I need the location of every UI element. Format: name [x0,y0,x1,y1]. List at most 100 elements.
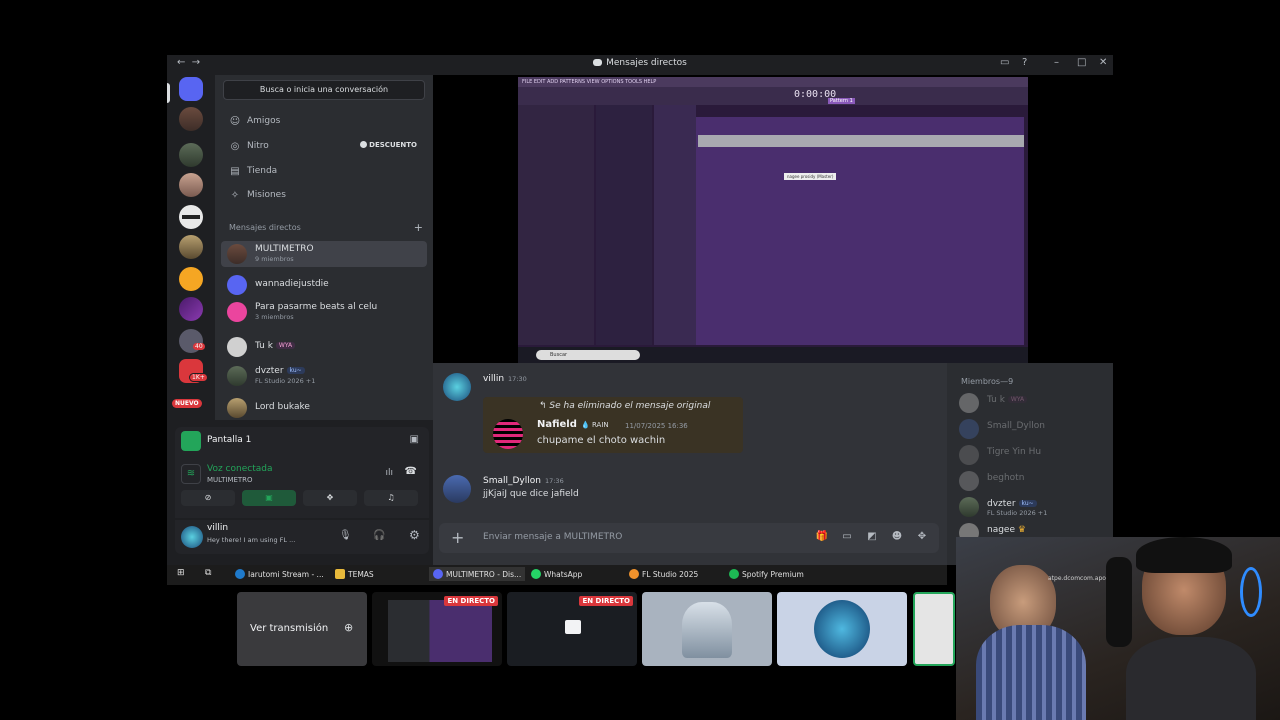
stream-thumbnail[interactable]: EN DIRECTO [372,592,502,666]
composer-input[interactable]: Enviar mensaje a MULTIMETRO [483,532,622,542]
headphones-icon[interactable]: 🎧 [373,530,385,541]
apps-icon[interactable]: ✥ [915,530,929,544]
task-view-icon[interactable]: ⧉ [205,568,211,578]
quests-icon: ✧ [230,190,240,201]
help-icon[interactable]: ? [1022,57,1027,68]
maximize-button[interactable]: □ [1077,57,1086,68]
soundboard-icon: ♫ [387,493,395,502]
member-item-tigre[interactable]: Tigre Yin Hu [959,445,1109,467]
dm-item-wannadiejustdie[interactable]: wannadiejustdie [221,272,427,298]
streamed-search: Buscar [536,350,640,360]
forwarded-reply: ↰ Se ha eliminado el mensaje original Na… [483,397,743,453]
member-item-tu-k[interactable]: Tu k WYA [959,393,1109,415]
server-avatar[interactable]: 1K+ [179,359,208,383]
microphone-icon[interactable]: 🎙 [339,530,352,541]
attach-plus-icon[interactable]: + [451,528,464,547]
server-avatar[interactable] [179,143,203,167]
friends-icon: ☺ [229,116,241,127]
participant-tile[interactable] [777,592,907,666]
inbox-icon[interactable]: ▭ [1000,57,1009,68]
user-panel: villin Hey there! I am using FL ... 🎙 🎧 … [175,520,429,554]
minimize-button[interactable]: – [1054,57,1059,68]
fl-pattern: Pattern 1 [828,98,855,104]
participant-tile[interactable] [913,592,955,666]
popout-icon[interactable]: ▣ [410,434,419,445]
stream-popout-icon[interactable]: ⊕ [344,621,353,634]
fl-browser [518,105,594,345]
settings-gear-icon[interactable]: ⚙ [409,528,420,542]
fl-studio-icon [629,569,639,579]
dm-item-multimetro[interactable]: MULTIMETRO 9 miembros [221,241,427,267]
soundboard-button[interactable]: ♫ [364,490,418,506]
disconnect-icon[interactable]: ☎ [405,466,417,477]
avatar [959,393,979,413]
taskbar-item[interactable]: FL Studio 2025 [629,569,698,579]
fl-audio-clip [698,135,1024,147]
activities-button[interactable]: ✥ [303,490,357,506]
user-avatar[interactable] [181,526,203,548]
server-avatar[interactable] [179,107,203,131]
participant-tile[interactable] [642,592,772,666]
avatar [227,244,247,264]
stream-view[interactable]: FILE EDIT ADD PATTERNS VIEW OPTIONS TOOL… [433,75,1113,363]
discord-icon [433,569,443,579]
windows-start-icon[interactable]: ⊞ [177,568,185,578]
close-button[interactable]: ✕ [1099,57,1107,68]
nav-item-quests[interactable]: ✧ Misiones [221,185,427,207]
nav-item-shop[interactable]: ▤ Tienda [221,161,427,183]
member-item-dvzter[interactable]: dvzter ku~ FL Studio 2026 +1 [959,497,1109,519]
nav-item-friends[interactable]: ☺ Amigos [221,111,427,133]
person-shirt [976,625,1086,720]
fl-menubar: FILE EDIT ADD PATTERNS VIEW OPTIONS TOOL… [518,77,1028,87]
server-avatar[interactable] [179,267,203,291]
dm-item-lord-bukake[interactable]: Lord bukake [221,395,427,421]
server-avatar[interactable] [179,173,203,197]
discord-window: ← → Mensajes directos ▭ ? – □ ✕ 40 1K+ N… [167,55,1113,565]
video-off-button[interactable]: ⊘ [181,490,235,506]
message-avatar[interactable] [443,373,471,401]
sticker-icon[interactable]: ◩ [865,530,879,544]
emoji-icon[interactable]: ☻ [890,530,904,544]
server-avatar[interactable]: 40 [179,329,205,353]
gif-icon[interactable]: ▭ [840,530,854,544]
dm-item-para-pasarme[interactable]: Para pasarme beats al celu 3 miembros [221,299,427,325]
message-composer[interactable]: + Enviar mensaje a MULTIMETRO 🎁 ▭ ◩ ☻ ✥ [439,523,939,553]
avatar [959,419,979,439]
screenshare-button[interactable]: ▣ [242,490,296,506]
server-avatar[interactable] [179,205,203,229]
noise-suppression-icon[interactable]: ılı [385,468,393,478]
voice-signal-icon[interactable]: ≋ [181,464,201,484]
watch-stream-button[interactable]: Ver transmisión [250,623,328,634]
webcam-overlay: atpe.dcomcom.apo [956,537,1280,720]
gift-icon[interactable]: 🎁 [815,530,829,544]
taskbar-item[interactable]: Spotify Premium [729,569,804,579]
message-avatar[interactable] [443,475,471,503]
guild-tag: WYA [275,342,296,349]
nav-item-nitro[interactable]: ◎ Nitro DESCUENTO [221,136,427,158]
avatar [959,445,979,465]
fl-track-list [654,105,696,345]
fl-channel-rack [596,105,652,345]
server-avatar[interactable] [179,297,203,321]
server-avatar[interactable] [179,235,203,259]
home-button[interactable] [179,77,203,101]
taskbar-item[interactable]: Iarutomi Stream - ... [235,569,324,579]
member-item-beghotn[interactable]: beghotn [959,471,1109,493]
create-dm-icon[interactable]: + [414,221,423,234]
taskbar-item-active[interactable]: MULTIMETRO - Dis... [429,567,526,581]
dm-item-dvzter[interactable]: dvzter ku~ FL Studio 2026 +1 [221,363,427,389]
window-title: Mensajes directos [167,58,1113,68]
taskbar-item[interactable]: TEMAS [335,569,374,579]
message-header: Small_Dyllon 17:36 [483,476,564,486]
search-input[interactable]: Busca o inicia una conversación [223,80,425,100]
stream-thumbnail[interactable]: EN DIRECTO [507,592,637,666]
stream-thumbnail[interactable]: Ver transmisión ⊕ [237,592,367,666]
taskbar-item[interactable]: WhatsApp [531,569,582,579]
member-item-small-dyllon[interactable]: Small_Dyllon [959,419,1109,441]
new-badge: NUEVO [172,399,202,408]
discount-badge: DESCUENTO [360,141,417,149]
avatar [227,302,247,322]
avatar [227,366,247,386]
dm-item-tu-k[interactable]: Tu k WYA [221,334,427,360]
fl-toolbar: 0:00:00 Pattern 1 [518,87,1028,105]
